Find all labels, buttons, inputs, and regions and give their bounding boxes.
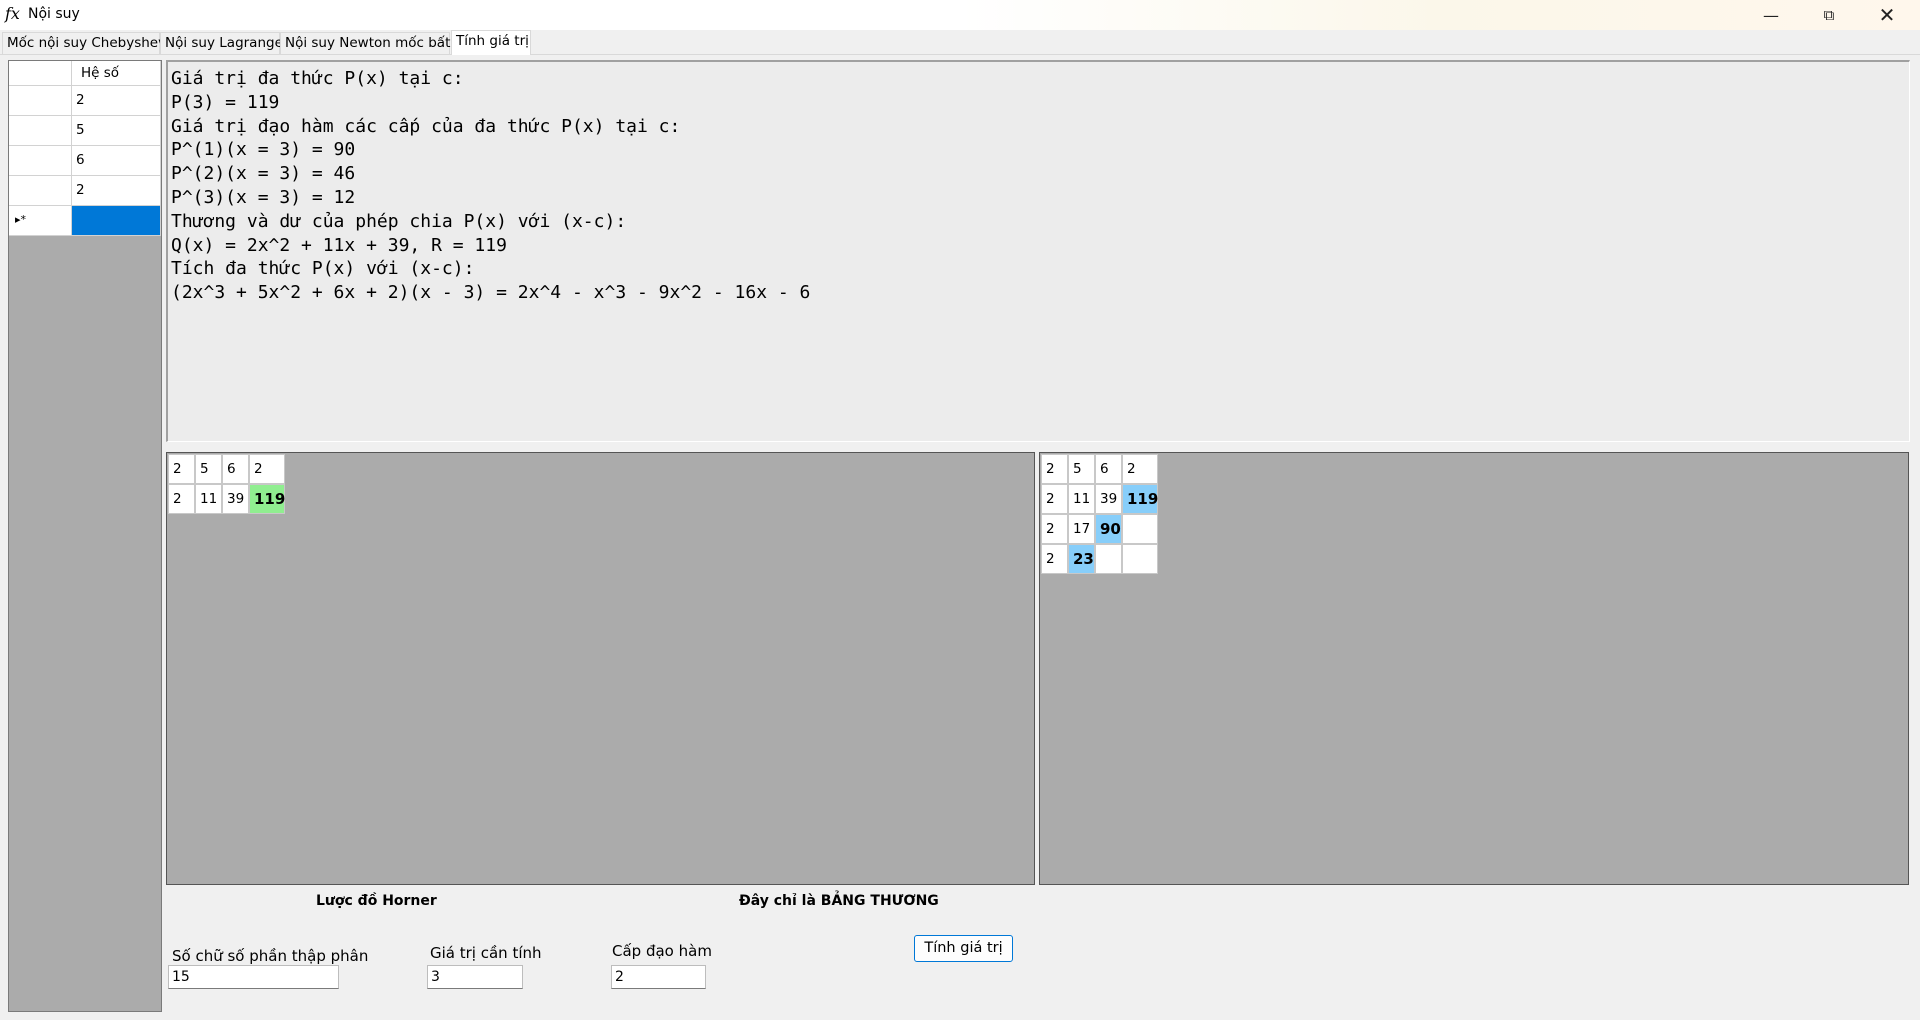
horner-cell: 11 — [195, 484, 222, 514]
grid-cell[interactable]: 2 — [72, 86, 161, 116]
grid-column-header[interactable]: Hệ số — [72, 61, 161, 86]
tab-newton[interactable]: Nội suy Newton mốc bất kì — [280, 32, 466, 54]
horner-cell: 2 — [168, 454, 195, 484]
grid-new-row-cell[interactable] — [72, 206, 161, 236]
quotient-cell: 39 — [1095, 484, 1122, 514]
quotient-cell: 6 — [1095, 454, 1122, 484]
value-input[interactable]: 3 — [427, 965, 523, 989]
grid-cell[interactable]: 6 — [72, 146, 161, 176]
result-line: P^(1)(x = 3) = 90 — [171, 139, 356, 161]
result-line: P^(3)(x = 3) = 12 — [171, 186, 356, 208]
minimize-icon: — — [1763, 5, 1779, 25]
quotient-cell: 5 — [1068, 454, 1095, 484]
close-icon: ✕ — [1878, 3, 1896, 27]
grid-row-header[interactable] — [9, 146, 72, 176]
grid-row-header[interactable] — [9, 176, 72, 206]
minimize-button[interactable]: — — [1742, 0, 1800, 30]
horner-cell: 6 — [222, 454, 249, 484]
evaluate-button[interactable]: Tính giá trị — [914, 935, 1013, 962]
quotient-cell: 2 — [1122, 454, 1158, 484]
result-line: Tích đa thức P(x) với (x-c): — [171, 258, 475, 280]
result-line: (2x^3 + 5x^2 + 6x + 2)(x - 3) = 2x^4 - x… — [171, 282, 811, 304]
result-line: Thương và dư của phép chia P(x) với (x-c… — [171, 210, 627, 232]
grid-row-header[interactable] — [9, 116, 72, 146]
order-label: Cấp đạo hàm — [612, 942, 712, 960]
grid-corner-header — [9, 61, 72, 86]
tab-lagrange[interactable]: Nội suy Lagrange — [160, 32, 283, 54]
coefficient-grid[interactable]: Hệ số 2 5 6 2 ▸* — [8, 60, 162, 1012]
grid-row-header[interactable] — [9, 86, 72, 116]
quotient-cell: 2 — [1041, 514, 1068, 544]
quotient-cell: 17 — [1068, 514, 1095, 544]
horner-cell: 5 — [195, 454, 222, 484]
tab-strip: Mốc nội suy Chebyshev Nội suy Lagrange N… — [0, 30, 1920, 55]
title-bar: 𝑓x Nội suy — ⧉ ✕ — [0, 0, 1920, 30]
decimals-label: Số chữ số phần thập phân — [172, 947, 369, 965]
close-button[interactable]: ✕ — [1858, 0, 1916, 30]
horner-result-cell: 119 — [249, 484, 285, 514]
quotient-cell: 2 — [1041, 544, 1068, 574]
horner-cell: 2 — [249, 454, 285, 484]
quotient-cell: 11 — [1068, 484, 1095, 514]
value-label: Giá trị cần tính — [430, 944, 542, 962]
order-input[interactable]: 2 — [611, 965, 706, 989]
quotient-highlight-cell: 90 — [1095, 514, 1122, 544]
tab-evaluate[interactable]: Tính giá trị — [451, 30, 531, 55]
result-textbox[interactable]: Giá trị đa thức P(x) tại c: P(3) = 119 Giá… — [166, 60, 1910, 442]
result-line: Giá trị đạo hàm các cấp của đa thức P(x)… — [171, 115, 681, 137]
decimals-input[interactable]: 15 — [168, 965, 339, 989]
horner-panel: 2 5 6 2 2 11 39 119 — [166, 452, 1035, 885]
quotient-panel: 2 5 6 2 2 11 39 119 2 17 90 2 23 — [1039, 452, 1909, 885]
quotient-highlight-cell: 119 — [1122, 484, 1158, 514]
grid-cell[interactable]: 2 — [72, 176, 161, 206]
restore-icon: ⧉ — [1823, 6, 1835, 24]
horner-caption: Lược đồ Horner — [316, 893, 437, 909]
result-line: P^(2)(x = 3) = 46 — [171, 163, 356, 185]
quotient-caption: Đây chỉ là BẢNG THƯƠNG — [739, 893, 939, 909]
tab-chebyshev[interactable]: Mốc nội suy Chebyshev — [2, 32, 166, 54]
fx-icon: 𝑓x — [5, 4, 20, 23]
quotient-cell — [1122, 514, 1158, 544]
quotient-cell: 2 — [1041, 484, 1068, 514]
horner-cell: 39 — [222, 484, 249, 514]
grid-new-row-header[interactable]: ▸* — [9, 206, 72, 236]
result-line: Giá trị đa thức P(x) tại c: — [171, 68, 464, 89]
horner-cell: 2 — [168, 484, 195, 514]
result-line: Q(x) = 2x^2 + 11x + 39, R = 119 — [171, 234, 507, 256]
window-title: Nội suy — [28, 6, 80, 22]
restore-button[interactable]: ⧉ — [1800, 0, 1858, 30]
quotient-cell — [1095, 544, 1122, 574]
quotient-cell — [1122, 544, 1158, 574]
result-line: P(3) = 119 — [171, 91, 280, 113]
quotient-cell: 2 — [1041, 454, 1068, 484]
quotient-highlight-cell: 23 — [1068, 544, 1095, 574]
grid-cell[interactable]: 5 — [72, 116, 161, 146]
